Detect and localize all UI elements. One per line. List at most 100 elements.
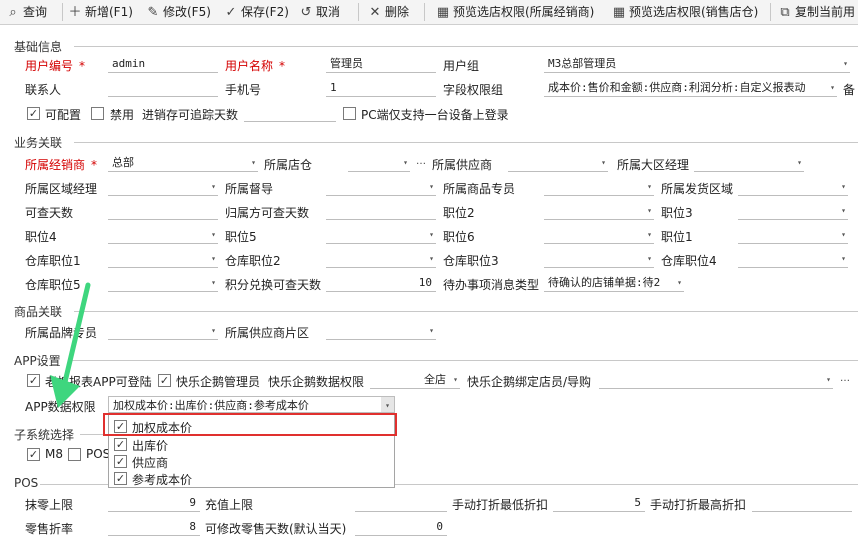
round-input[interactable]: 9 [108, 494, 200, 512]
supplier-area-label: 所属供应商片区 [225, 326, 310, 340]
pos4-label: 职位4 [25, 230, 57, 244]
wh5-label: 仓库职位5 [25, 278, 81, 292]
store-ellipsis-icon[interactable]: … [416, 156, 426, 167]
wh4-label: 仓库职位4 [661, 254, 717, 268]
modify-days-input[interactable]: 0 [355, 518, 447, 536]
manual-min-input[interactable]: 5 [553, 494, 645, 512]
disabled-label: 禁用 [110, 108, 135, 122]
m8-checkbox[interactable]: ✓ [27, 448, 40, 461]
user-code-label: 用户编号 * [25, 59, 86, 73]
section-divider [74, 46, 858, 47]
chevron-down-icon: ▾ [429, 326, 434, 335]
option-checkbox[interactable]: ✓ [114, 455, 127, 468]
supplier-select[interactable]: ▾ [508, 154, 608, 172]
pos2-select[interactable]: ▾ [544, 202, 654, 220]
boss-app-checkbox[interactable]: ✓ [27, 374, 40, 387]
pos3-select[interactable]: ▾ [738, 202, 848, 220]
option-checkbox[interactable]: ✓ [114, 472, 127, 485]
wh4-select[interactable]: ▾ [738, 250, 848, 268]
supplier-area-select[interactable]: ▾ [326, 322, 436, 340]
chevron-down-icon: ▾ [647, 230, 652, 239]
section-app-title: APP设置 [14, 354, 61, 368]
preview-dealer-button[interactable]: ▦ 预览选店权限(所属经销商) [436, 0, 595, 24]
grid-icon: ▦ [612, 5, 626, 20]
floor-input[interactable] [355, 494, 447, 512]
supervisor-select[interactable]: ▾ [326, 178, 436, 196]
supplier-label: 所属供应商 [432, 158, 493, 172]
penguin-bind-ellipsis-icon[interactable]: … [840, 373, 850, 384]
penguin-perm-select[interactable]: 全店 ▾ [370, 371, 460, 389]
wh5-select[interactable]: ▾ [108, 274, 218, 292]
wh2-select[interactable]: ▾ [326, 250, 436, 268]
wh3-select[interactable]: ▾ [544, 250, 654, 268]
points-days-input[interactable]: 10 [326, 274, 436, 292]
edit-button[interactable]: ✎ 修改(F5) [146, 0, 211, 24]
copy-button[interactable]: ⧉ 复制当前用 [778, 0, 855, 24]
pos6-select[interactable]: ▾ [544, 226, 654, 244]
grid-icon: ▦ [436, 5, 450, 20]
retail-label: 零售折率 [25, 522, 74, 536]
round-label: 抹零上限 [25, 498, 74, 512]
dealer-label: 所属经销商 * [25, 158, 98, 172]
pos4-select[interactable]: ▾ [108, 226, 218, 244]
chevron-down-icon: ▾ [841, 230, 846, 239]
section-business-title: 业务关联 [14, 136, 63, 150]
preview-store-button[interactable]: ▦ 预览选店权限(销售店仓) [612, 0, 759, 24]
option-checkbox[interactable]: ✓ [114, 438, 127, 451]
penguin-admin-checkbox[interactable]: ✓ [158, 374, 171, 387]
contact-input[interactable] [108, 79, 218, 97]
user-name-label: 用户名称 * [225, 59, 286, 73]
configurable-checkbox[interactable]: ✓ [27, 107, 40, 120]
toolbar-separator [770, 3, 771, 21]
section-divider [74, 311, 858, 312]
user-name-input[interactable]: 管理员 [326, 55, 436, 73]
group-select[interactable]: M3总部管理员 ▾ [544, 55, 850, 73]
chevron-down-icon: ▾ [647, 182, 652, 191]
data-perm-select[interactable]: 加权成本价:出库价:供应商:参考成本价 ▾ [108, 396, 395, 413]
manual-max-input[interactable] [752, 494, 852, 512]
brand-spec-select[interactable]: ▾ [108, 322, 218, 340]
goods-spec-select[interactable]: ▾ [544, 178, 654, 196]
ship-region-label: 所属发货区域 [661, 182, 734, 196]
retail-input[interactable]: 8 [108, 518, 200, 536]
pos-checkbox[interactable] [68, 448, 81, 461]
option-reference-cost[interactable]: ✓ 参考成本价 [114, 470, 394, 487]
undo-button[interactable]: ↺ 取消 [299, 0, 340, 24]
query-days-input[interactable] [108, 202, 218, 220]
section-divider [74, 142, 858, 143]
pos5-select[interactable]: ▾ [326, 226, 436, 244]
pos3-label: 职位3 [661, 206, 693, 220]
query-button[interactable]: ⌕ 查询 [6, 0, 47, 24]
ship-region-select[interactable]: ▾ [738, 178, 848, 196]
region-mgr-select[interactable]: ▾ [694, 154, 804, 172]
m8-label: M8 [45, 447, 63, 461]
dealer-select[interactable]: 总部 ▾ [108, 154, 258, 172]
field-perm-select[interactable]: 成本价:售价和金额:供应商:利润分析:自定义报表动 ▾ [544, 79, 837, 97]
chevron-down-icon: ▾ [429, 254, 434, 263]
option-outbound-price[interactable]: ✓ 出库价 [114, 436, 394, 453]
brand-spec-label: 所属品牌专员 [25, 326, 98, 340]
trace-days-input[interactable] [244, 104, 336, 122]
store-select[interactable]: ▾ [348, 154, 410, 172]
pc-single-checkbox[interactable] [343, 107, 356, 120]
chevron-down-icon: ▾ [403, 158, 408, 167]
new-button[interactable]: ＋新增(F1) [68, 0, 132, 24]
wh1-select[interactable]: ▾ [108, 250, 218, 268]
option-supplier[interactable]: ✓ 供应商 [114, 453, 394, 470]
configurable-label: 可配置 [45, 108, 82, 122]
area-mgr-select[interactable]: ▾ [108, 178, 218, 196]
phone-input[interactable]: 1 [326, 79, 436, 97]
chevron-down-icon: ▾ [843, 59, 848, 68]
user-code-input[interactable]: admin [108, 55, 218, 73]
chevron-down-icon: ▾ [429, 182, 434, 191]
save-button[interactable]: ✓ 保存(F2) [224, 0, 289, 24]
trace-days-label: 进销存可追踪天数 [142, 108, 239, 122]
todo-select[interactable]: 待确认的店铺单据:待2 ▾ [544, 274, 684, 292]
pos1-select[interactable]: ▾ [738, 226, 848, 244]
delete-button[interactable]: ✕ 删除 [368, 0, 409, 24]
penguin-bind-select[interactable]: ▾ [599, 371, 833, 389]
toolbar-separator [358, 3, 359, 21]
disabled-checkbox[interactable] [91, 107, 104, 120]
return-days-input[interactable] [326, 202, 436, 220]
pc-single-label: PC端仅支持一台设备上登录 [361, 108, 509, 122]
